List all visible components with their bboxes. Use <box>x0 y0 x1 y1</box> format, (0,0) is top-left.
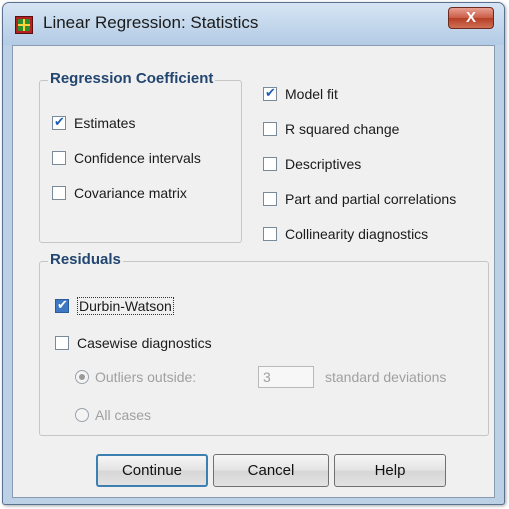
model-fit-checkbox[interactable]: Model fit <box>263 85 338 102</box>
checkbox-box <box>55 297 69 313</box>
descriptives-label: Descriptives <box>285 156 362 172</box>
covariance-matrix-checkbox[interactable]: Covariance matrix <box>52 185 187 201</box>
confidence-intervals-label: Confidence intervals <box>74 150 201 166</box>
covariance-matrix-label: Covariance matrix <box>74 185 187 201</box>
durbin-watson-label: Durbin-Watson <box>77 297 174 315</box>
checkbox-box <box>52 114 66 130</box>
radio-button <box>75 408 89 422</box>
window-title: Linear Regression: Statistics <box>43 13 259 32</box>
standard-deviations-input[interactable]: 3 <box>258 366 314 388</box>
outliers-outside-label: Outliers outside: <box>95 369 197 385</box>
all-cases-label: All cases <box>95 407 152 423</box>
close-button[interactable]: X <box>448 7 494 29</box>
checkbox-box <box>52 186 66 200</box>
spss-grid-icon <box>15 16 33 34</box>
checkbox-box <box>263 85 277 101</box>
r-squared-change-checkbox[interactable]: R squared change <box>263 121 399 137</box>
dialog-window: Linear Regression: Statistics X Regressi… <box>2 2 505 505</box>
collinearity-diagnostics-label: Collinearity diagnostics <box>285 226 429 242</box>
continue-button[interactable]: Continue <box>96 454 208 487</box>
checkbox-box <box>263 157 277 171</box>
part-partial-correlations-label: Part and partial correlations <box>285 191 457 207</box>
help-button[interactable]: Help <box>334 454 446 487</box>
estimates-label: Estimates <box>74 115 136 131</box>
part-partial-correlations-checkbox[interactable]: Part and partial correlations <box>263 191 456 207</box>
collinearity-diagnostics-checkbox[interactable]: Collinearity diagnostics <box>263 226 428 242</box>
checkbox-box <box>52 151 66 165</box>
title-bar[interactable]: Linear Regression: Statistics X <box>3 3 504 45</box>
confidence-intervals-checkbox[interactable]: Confidence intervals <box>52 150 201 166</box>
r-squared-change-label: R squared change <box>285 121 400 137</box>
casewise-diagnostics-checkbox[interactable]: Casewise diagnostics <box>55 335 212 351</box>
dialog-content: Regression Coefficient Estimates Confide… <box>12 45 495 498</box>
radio-button <box>75 370 89 384</box>
casewise-diagnostics-label: Casewise diagnostics <box>77 335 212 351</box>
model-fit-label: Model fit <box>285 86 338 102</box>
regression-coefficient-group: Regression Coefficient Estimates Confide… <box>39 70 242 243</box>
group-title-residuals: Residuals <box>48 251 123 268</box>
durbin-watson-checkbox[interactable]: Durbin-Watson <box>55 297 174 315</box>
descriptives-checkbox[interactable]: Descriptives <box>263 156 361 172</box>
outliers-outside-radio[interactable]: Outliers outside: <box>75 369 196 385</box>
cancel-button[interactable]: Cancel <box>213 454 329 487</box>
checkbox-box <box>263 192 277 206</box>
all-cases-radio[interactable]: All cases <box>75 407 151 423</box>
estimates-checkbox[interactable]: Estimates <box>52 114 136 131</box>
checkbox-box <box>263 227 277 241</box>
group-title-regression-coefficient: Regression Coefficient <box>48 70 216 87</box>
checkbox-box <box>55 336 69 350</box>
checkbox-box <box>263 122 277 136</box>
standard-deviations-label: standard deviations <box>325 369 447 385</box>
residuals-group: Residuals Durbin-Watson Casewise diagnos… <box>39 251 489 436</box>
